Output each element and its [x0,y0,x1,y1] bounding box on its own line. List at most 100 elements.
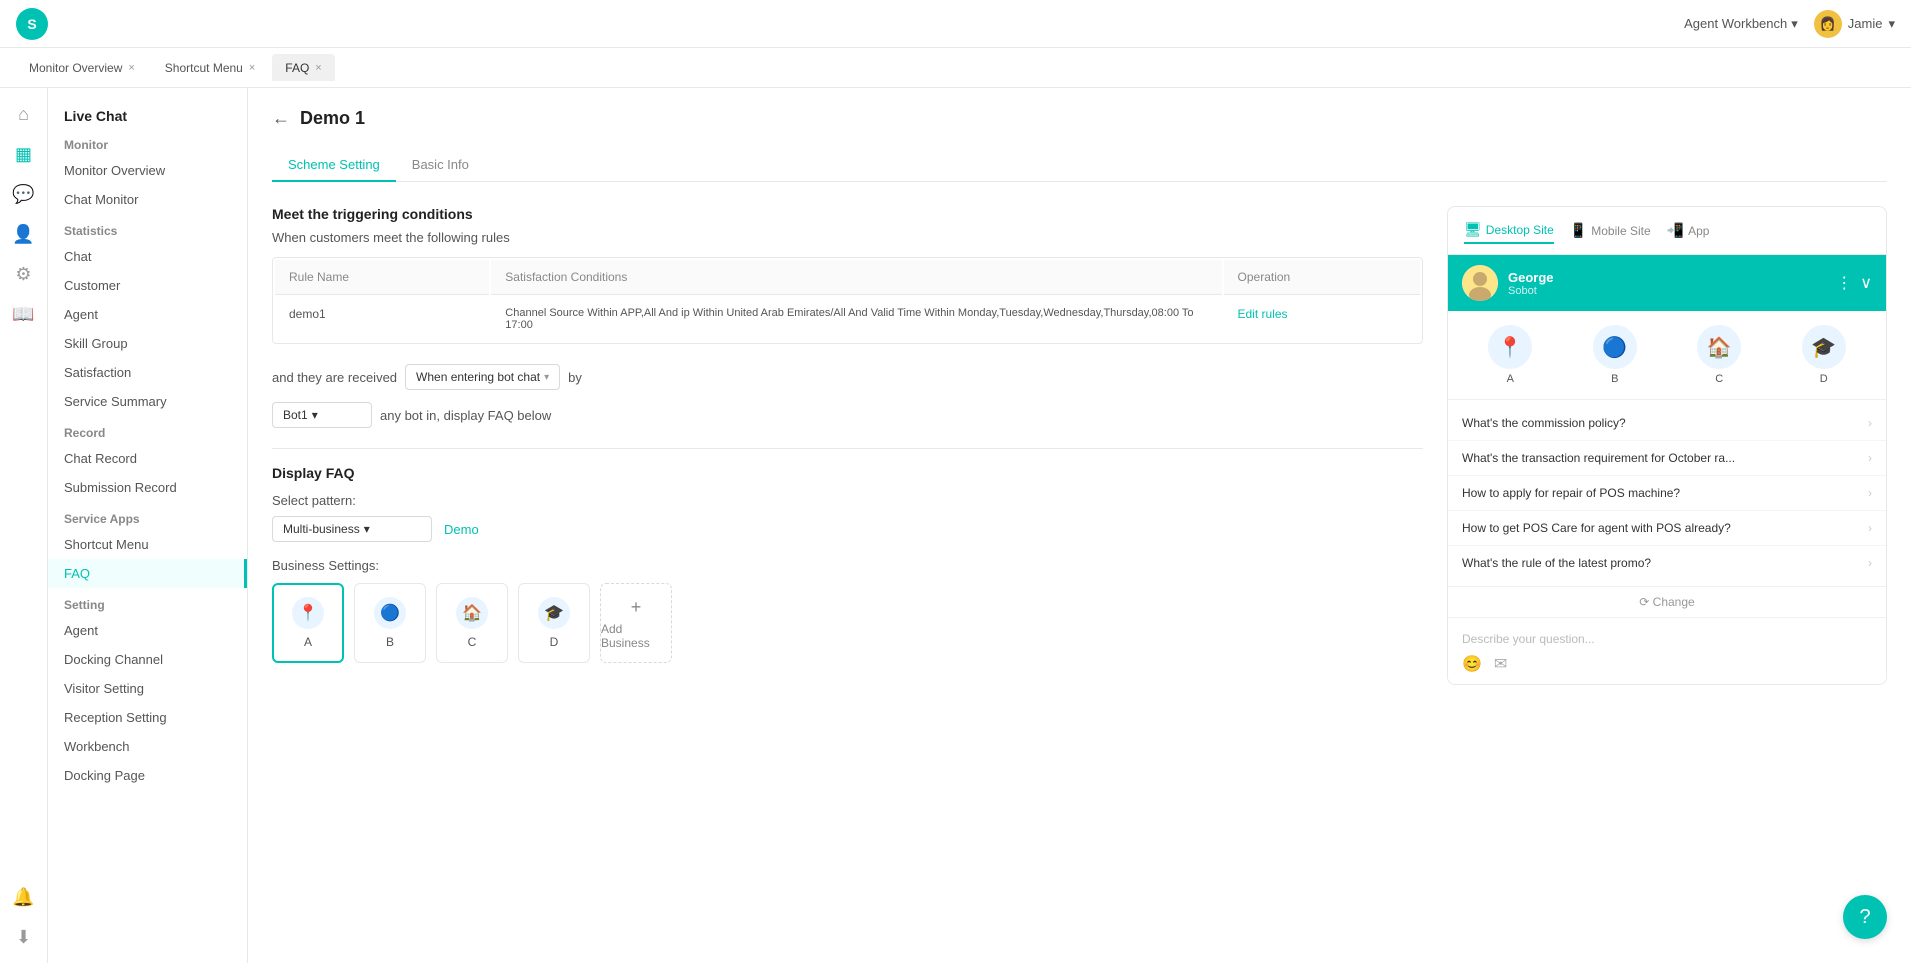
topbar-right: Agent Workbench ▾ 👩 Jamie ▾ [1684,10,1895,38]
nav-icon-user[interactable]: 👤 [6,216,42,252]
pattern-dropdown[interactable]: Multi-business ▾ [272,516,432,542]
nav-group-statistics: Statistics [48,214,247,242]
agent-workbench-menu[interactable]: Agent Workbench ▾ [1684,16,1798,32]
cell-operation: Edit rules [1224,297,1420,341]
pattern-row: Multi-business ▾ Demo [272,516,1423,542]
chat-icon-D[interactable]: 🎓 D [1789,325,1859,385]
chat-input-icons: 😊 ✉ [1462,654,1872,674]
chat-icon-C[interactable]: 🏠 C [1684,325,1754,385]
chat-menu-icon[interactable]: ⋮ [1836,273,1852,293]
received-row: and they are received When entering bot … [272,364,1423,390]
nav-icon-bell[interactable]: 🔔 [6,879,42,915]
app-icon: 📲 [1667,222,1684,239]
tab-close-faq[interactable]: × [315,63,321,74]
tab-monitor-overview[interactable]: Monitor Overview × [16,54,148,81]
faq-item-4[interactable]: How to get POS Care for agent with POS a… [1448,511,1886,546]
preview-tab-app[interactable]: 📲 App [1667,218,1710,243]
faq-item-3[interactable]: How to apply for repair of POS machine? … [1448,476,1886,511]
nav-icon-chat[interactable]: 💬 [6,176,42,212]
sidebar-item-service-summary[interactable]: Service Summary [48,387,247,416]
help-button[interactable]: ? [1843,895,1887,939]
sidebar-item-faq[interactable]: FAQ [48,559,247,588]
sidebar-item-docking-channel[interactable]: Docking Channel [48,645,247,674]
faq-chevron-4: › [1868,521,1872,535]
sidebar-item-reception-setting[interactable]: Reception Setting [48,703,247,732]
sidebar-item-workbench[interactable]: Workbench [48,732,247,761]
faq-item-5[interactable]: What's the rule of the latest promo? › [1448,546,1886,580]
faq-item-1[interactable]: What's the commission policy? › [1448,406,1886,441]
sidebar-item-chat-monitor[interactable]: Chat Monitor [48,185,247,214]
tab-basic-info[interactable]: Basic Info [396,149,485,182]
nav-icon-settings[interactable]: ⚙ [6,256,42,292]
trigger-heading: Meet the triggering conditions [272,206,1423,222]
chat-header: George Sobot ⋮ ∨ [1448,255,1886,311]
demo-link[interactable]: Demo [444,522,479,537]
nav-group-setting: Setting [48,588,247,616]
nav-icon-grid[interactable]: ▦ [6,136,42,172]
user-menu[interactable]: 👩 Jamie ▾ [1814,10,1895,38]
edit-rules-link[interactable]: Edit rules [1238,307,1288,321]
user-avatar: 👩 [1814,10,1842,38]
tab-close-shortcut-menu[interactable]: × [249,63,255,74]
tab-faq[interactable]: FAQ × [272,54,334,81]
received-by: by [568,370,582,385]
faq-item-2[interactable]: What's the transaction requirement for O… [1448,441,1886,476]
page-header: ← Demo 1 [272,108,1887,129]
sidebar-item-monitor-overview[interactable]: Monitor Overview [48,156,247,185]
biz-card-icon-A: 📍 [292,597,324,629]
biz-card-C[interactable]: 🏠 C [436,583,508,663]
biz-card-D[interactable]: 🎓 D [518,583,590,663]
nav-group-monitor: Monitor [48,128,247,156]
biz-card-label-B: B [386,635,394,649]
app-logo: S [16,8,48,40]
chat-input-placeholder[interactable]: Describe your question... [1462,628,1872,654]
received-dropdown[interactable]: When entering bot chat ▾ [405,364,560,390]
sidebar-item-skill-group[interactable]: Skill Group [48,329,247,358]
add-biz-label: Add Business [601,622,671,650]
biz-card-label-D: D [550,635,559,649]
tab-close-monitor-overview[interactable]: × [128,63,134,74]
display-faq-heading: Display FAQ [272,465,1423,481]
sidebar-item-customer[interactable]: Customer [48,271,247,300]
sidebar-item-chat-record[interactable]: Chat Record [48,444,247,473]
preview-tab-mobile[interactable]: 📱 Mobile Site [1570,218,1651,243]
sidebar-item-agent[interactable]: Agent [48,300,247,329]
attachment-icon[interactable]: ✉ [1494,654,1507,674]
sidebar-item-visitor-setting[interactable]: Visitor Setting [48,674,247,703]
biz-card-B[interactable]: 🔵 B [354,583,426,663]
sidebar-item-chat[interactable]: Chat [48,242,247,271]
biz-card-A[interactable]: 📍 A [272,583,344,663]
sidebar-item-shortcut-menu[interactable]: Shortcut Menu [48,530,247,559]
chat-input-area: Describe your question... 😊 ✉ [1448,617,1886,684]
chat-icons-row: 📍 A 🔵 B 🏠 C [1448,311,1886,400]
nav-icon-download[interactable]: ⬇ [6,919,42,955]
main-layout: ⌂ ▦ 💬 👤 ⚙ 📖 🔔 ⬇ Live Chat Monitor Monito… [0,88,1911,963]
preview-tabs: 🖥 Desktop Site 📱 Mobile Site 📲 App [1448,207,1886,255]
sidebar-item-submission-record[interactable]: Submission Record [48,473,247,502]
preview-tab-desktop[interactable]: 🖥 Desktop Site [1464,217,1554,244]
chat-icon-B[interactable]: 🔵 B [1580,325,1650,385]
faq-change[interactable]: ⟳ Change [1448,586,1886,617]
bot-dropdown[interactable]: Bot1 ▾ [272,402,372,428]
sidebar-item-docking-page[interactable]: Docking Page [48,761,247,790]
chat-avatar [1462,265,1498,301]
chat-close-icon[interactable]: ∨ [1860,273,1872,293]
divider [272,448,1423,449]
tab-shortcut-menu[interactable]: Shortcut Menu × [152,54,268,81]
sidebar-item-agent-setting[interactable]: Agent [48,616,247,645]
sidebar-item-satisfaction[interactable]: Satisfaction [48,358,247,387]
table-row: demo1 Channel Source Within APP,All And … [275,297,1420,341]
chat-name: George [1508,270,1826,285]
desktop-icon: 🖥 [1464,221,1482,238]
nav-icon-book[interactable]: 📖 [6,296,42,332]
add-business-card[interactable]: + Add Business [600,583,672,663]
chat-icon-circle-C: 🏠 [1697,325,1741,369]
emoji-icon[interactable]: 😊 [1462,654,1482,674]
chat-icon-A[interactable]: 📍 A [1475,325,1545,385]
bot-suffix: any bot in, display FAQ below [380,408,551,423]
nav-title: Live Chat [48,100,247,128]
nav-icon-home[interactable]: ⌂ [6,96,42,132]
faq-chevron-5: › [1868,556,1872,570]
tab-scheme-setting[interactable]: Scheme Setting [272,149,396,182]
back-button[interactable]: ← [272,108,290,129]
